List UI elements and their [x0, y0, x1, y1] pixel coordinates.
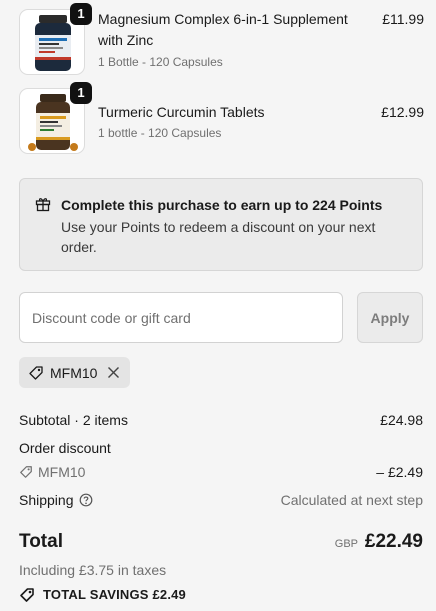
subtotal-label: Subtotal · 2 items: [19, 412, 128, 428]
gift-icon: [35, 198, 51, 212]
discount-code-label: MFM10: [38, 464, 86, 480]
item-name: Turmeric Curcumin Tablets: [98, 104, 265, 120]
product-thumbnail: 1: [19, 3, 92, 75]
points-banner: Complete this purchase to earn up to 224…: [19, 178, 423, 271]
cart-item: 1 Turmeric Curcumin Tablets 1 bottle - 1…: [19, 82, 424, 154]
subtotal-value: £24.98: [380, 412, 423, 428]
quantity-badge: 1: [70, 3, 92, 25]
help-icon[interactable]: [79, 493, 93, 507]
total-savings-text: TOTAL SAVINGS £2.49: [43, 587, 186, 602]
currency-code: GBP: [334, 538, 358, 550]
item-variant: 1 bottle - 120 Capsules: [98, 126, 222, 140]
savings-tag-icon: [20, 588, 34, 602]
taxes-note: Including £3.75 in taxes: [19, 562, 167, 578]
item-price: £11.99: [382, 11, 424, 27]
item-name: Magnesium Complex 6-in-1 Supplement with…: [98, 11, 348, 48]
quantity-badge: 1: [70, 82, 92, 104]
item-variant: 1 Bottle - 120 Capsules: [98, 55, 223, 69]
item-price: £12.99: [381, 104, 424, 120]
order-discount-label: Order discount: [19, 440, 111, 456]
total-value: £22.49: [364, 531, 423, 552]
total-label: Total: [19, 531, 63, 552]
shipping-value: Calculated at next step: [280, 492, 423, 508]
remove-discount-icon[interactable]: [107, 366, 120, 379]
cart-item: 1 Magnesium Complex 6-in-1 Supplement wi…: [19, 3, 424, 75]
shipping-label: Shipping: [19, 492, 74, 508]
product-thumbnail: 1: [19, 82, 92, 154]
points-description: Use your Points to redeem a discount on …: [61, 219, 376, 255]
apply-button[interactable]: Apply: [357, 292, 423, 343]
applied-discount-chip: MFM10: [19, 357, 130, 388]
tag-icon: [20, 466, 32, 478]
discount-code-input[interactable]: [19, 292, 343, 343]
applied-discount-code: MFM10: [50, 365, 98, 381]
points-title: Complete this purchase to earn up to 224…: [61, 197, 383, 213]
tag-icon: [29, 366, 43, 380]
discount-value: – £2.49: [376, 464, 423, 480]
